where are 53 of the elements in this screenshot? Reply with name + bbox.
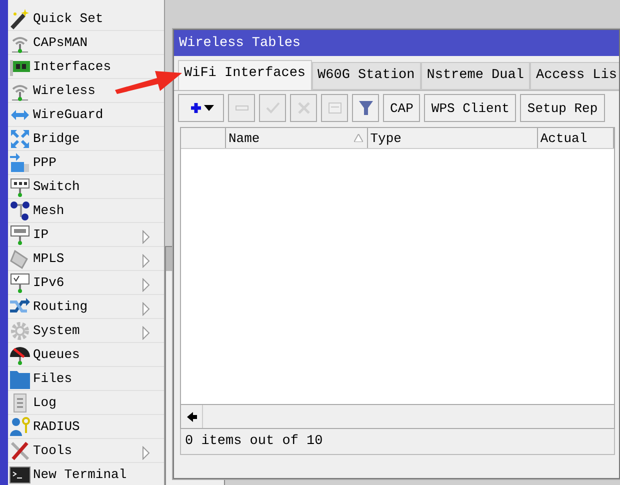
switch-icon — [9, 176, 31, 198]
menu-item[interactable]: IP — [31, 224, 49, 244]
menu-item[interactable]: Bridge — [31, 128, 80, 148]
menu-item[interactable]: System — [31, 320, 80, 340]
left-arrow-icon — [186, 410, 198, 423]
menu-item[interactable]: MPLS — [31, 248, 64, 268]
tab[interactable]: Access Lis — [530, 62, 619, 90]
caret-icon — [204, 105, 214, 112]
sort-icon — [354, 134, 364, 142]
status-bar: 0 items out of 10 — [180, 429, 615, 456]
annotation-arrow — [115, 71, 182, 94]
gear-icon — [9, 320, 31, 342]
column-header: Name — [226, 128, 368, 148]
tab[interactable]: WiFi Interfaces — [178, 60, 312, 90]
menu-item[interactable]: Interfaces — [31, 56, 112, 76]
toolbar-button[interactable]: CAP — [383, 94, 420, 122]
menu-item[interactable]: Queues — [31, 344, 80, 364]
menu-item[interactable]: IPv6 — [31, 272, 64, 292]
note-icon — [326, 100, 342, 116]
ip-icon — [9, 224, 31, 246]
column-header: Actual — [538, 128, 614, 148]
terminal-icon — [9, 464, 31, 485]
menu-item[interactable]: RADIUS — [31, 416, 80, 436]
menu-item[interactable]: Files — [31, 368, 72, 388]
ipv6-icon — [9, 272, 31, 294]
filter-icon — [358, 100, 374, 116]
tab[interactable]: Nstreme Dual — [420, 62, 530, 90]
ppp-icon — [9, 152, 31, 174]
menu-item[interactable]: Routing — [31, 296, 88, 316]
menu-item[interactable]: Log — [31, 392, 56, 412]
tools-icon — [9, 440, 31, 462]
menu-item[interactable]: PPP — [31, 152, 56, 172]
wand-icon — [9, 8, 31, 30]
cross-icon — [296, 100, 312, 116]
filter-button[interactable] — [352, 94, 379, 122]
menu-item[interactable]: New Terminal — [31, 464, 127, 484]
column-header: Type — [368, 128, 538, 148]
menu-item[interactable]: Tools — [31, 440, 72, 460]
menu-item[interactable]: WireGuard — [31, 104, 104, 124]
menu-item[interactable]: Wireless — [31, 80, 96, 100]
toolbar-button[interactable]: WPS Client — [424, 94, 516, 122]
user-key-icon — [9, 416, 31, 438]
window-title: Wireless Tables — [174, 30, 619, 56]
tab[interactable]: W60G Station — [312, 62, 421, 90]
menu-item[interactable]: Quick Set — [31, 8, 104, 28]
mesh-icon — [9, 200, 31, 222]
bridge-icon — [9, 128, 31, 150]
menu-item[interactable]: CAPsMAN — [31, 32, 88, 52]
menu-item[interactable]: Mesh — [31, 200, 64, 220]
toolbar-button[interactable]: Setup Rep — [520, 94, 605, 122]
menu-item[interactable]: Switch — [31, 176, 80, 196]
tag-icon — [9, 248, 31, 270]
add-button[interactable] — [178, 94, 224, 122]
